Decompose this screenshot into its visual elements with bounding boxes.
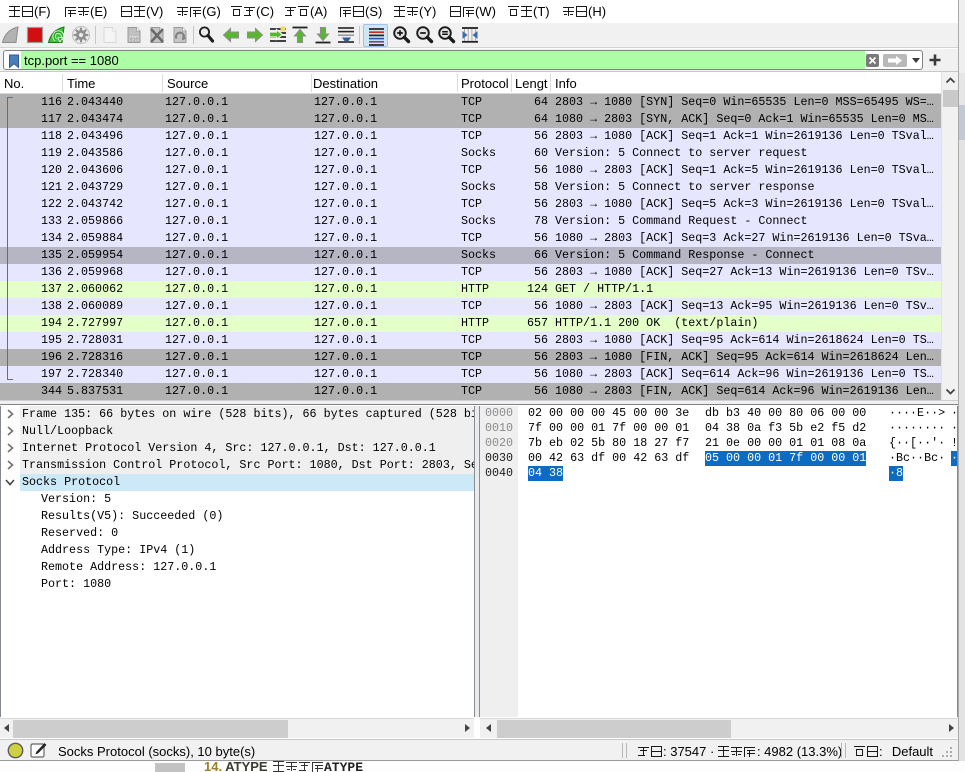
svg-text:010: 010 — [130, 36, 139, 42]
